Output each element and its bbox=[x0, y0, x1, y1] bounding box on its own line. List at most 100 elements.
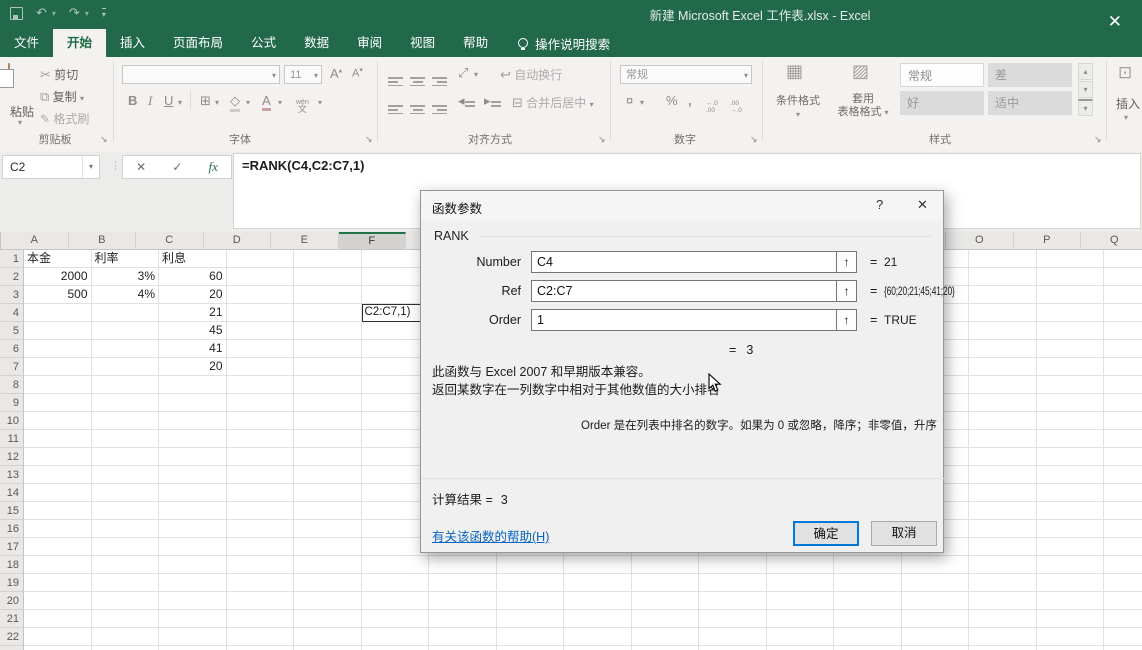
row-header-18[interactable]: 18 bbox=[0, 556, 24, 574]
cell-B21[interactable] bbox=[92, 610, 160, 628]
cell-F14[interactable] bbox=[362, 484, 430, 502]
cell-P8[interactable] bbox=[1037, 376, 1105, 394]
select-all-corner[interactable] bbox=[0, 232, 1, 250]
cell-N20[interactable] bbox=[902, 592, 970, 610]
cell-P4[interactable] bbox=[1037, 304, 1105, 322]
cell-Q14[interactable] bbox=[1104, 484, 1142, 502]
font-launcher-icon[interactable]: ↘ bbox=[365, 134, 373, 145]
cell-E8[interactable] bbox=[294, 376, 362, 394]
cell-C7[interactable]: 20 bbox=[159, 358, 227, 376]
cell-C21[interactable] bbox=[159, 610, 227, 628]
save-icon[interactable] bbox=[10, 7, 23, 20]
merge-center-button[interactable]: ⊟ 合并后居中 ▾ bbox=[512, 94, 594, 111]
cell-F13[interactable] bbox=[362, 466, 430, 484]
cell-L20[interactable] bbox=[767, 592, 835, 610]
cell-O13[interactable] bbox=[969, 466, 1037, 484]
cell-E3[interactable] bbox=[294, 286, 362, 304]
cell-F15[interactable] bbox=[362, 502, 430, 520]
cell-A2[interactable]: 2000 bbox=[24, 268, 92, 286]
cell-E22[interactable] bbox=[294, 628, 362, 646]
cell-P3[interactable] bbox=[1037, 286, 1105, 304]
cell-D2[interactable] bbox=[227, 268, 295, 286]
comma-style-icon[interactable]: , bbox=[688, 93, 692, 108]
column-header-A[interactable]: A bbox=[1, 232, 69, 250]
cell-F6[interactable] bbox=[362, 340, 430, 358]
styles-gallery-more-icon[interactable]: ▾ bbox=[1078, 99, 1093, 116]
cell-O20[interactable] bbox=[969, 592, 1037, 610]
cell-O18[interactable] bbox=[969, 556, 1037, 574]
cell-C23[interactable] bbox=[159, 646, 227, 650]
cell-O15[interactable] bbox=[969, 502, 1037, 520]
cell-D16[interactable] bbox=[227, 520, 295, 538]
cell-F23[interactable] bbox=[362, 646, 430, 650]
formula-bar-resize-handle[interactable]: ⋮ bbox=[110, 159, 120, 172]
redo-icon[interactable]: ↷ bbox=[69, 5, 80, 21]
row-header-9[interactable]: 9 bbox=[0, 394, 24, 412]
format-as-table-icon[interactable]: ▨ bbox=[852, 61, 869, 82]
insert-cells-button[interactable]: 插入 bbox=[1116, 95, 1140, 112]
cell-A17[interactable] bbox=[24, 538, 92, 556]
cell-L23[interactable] bbox=[767, 646, 835, 650]
column-header-Q[interactable]: Q bbox=[1081, 232, 1142, 250]
cell-C17[interactable] bbox=[159, 538, 227, 556]
column-header-O[interactable]: O bbox=[946, 232, 1014, 250]
cell-I22[interactable] bbox=[564, 628, 632, 646]
row-header-1[interactable]: 1 bbox=[0, 250, 24, 268]
cell-F18[interactable] bbox=[362, 556, 430, 574]
cell-F5[interactable] bbox=[362, 322, 430, 340]
cell-G22[interactable] bbox=[429, 628, 497, 646]
cell-F2[interactable] bbox=[362, 268, 430, 286]
column-header-C[interactable]: C bbox=[136, 232, 204, 250]
cell-B17[interactable] bbox=[92, 538, 160, 556]
cell-G23[interactable] bbox=[429, 646, 497, 650]
cell-B15[interactable] bbox=[92, 502, 160, 520]
cell-F22[interactable] bbox=[362, 628, 430, 646]
cell-H22[interactable] bbox=[497, 628, 565, 646]
row-header-7[interactable]: 7 bbox=[0, 358, 24, 376]
cell-Q9[interactable] bbox=[1104, 394, 1142, 412]
cell-N22[interactable] bbox=[902, 628, 970, 646]
cell-Q20[interactable] bbox=[1104, 592, 1142, 610]
cell-E4[interactable] bbox=[294, 304, 362, 322]
cell-A9[interactable] bbox=[24, 394, 92, 412]
cell-O19[interactable] bbox=[969, 574, 1037, 592]
cell-A14[interactable] bbox=[24, 484, 92, 502]
dialog-close-icon[interactable]: ✕ bbox=[917, 197, 928, 213]
copy-button[interactable]: ⧉ 复制 ▾ bbox=[40, 88, 84, 105]
cell-A13[interactable] bbox=[24, 466, 92, 484]
cell-B3[interactable]: 4% bbox=[92, 286, 160, 304]
accounting-format-icon[interactable]: ¤ bbox=[626, 93, 633, 108]
row-header-22[interactable]: 22 bbox=[0, 628, 24, 646]
cell-M18[interactable] bbox=[834, 556, 902, 574]
column-header-E[interactable]: E bbox=[271, 232, 339, 250]
styles-launcher-icon[interactable]: ↘ bbox=[1094, 134, 1102, 145]
conditional-formatting-icon[interactable]: ▦ bbox=[786, 61, 803, 82]
cell-C2[interactable]: 60 bbox=[159, 268, 227, 286]
decrease-indent-icon[interactable]: ◂ bbox=[458, 93, 475, 109]
cell-D9[interactable] bbox=[227, 394, 295, 412]
cell-Q6[interactable] bbox=[1104, 340, 1142, 358]
cell-B4[interactable] bbox=[92, 304, 160, 322]
row-header-14[interactable]: 14 bbox=[0, 484, 24, 502]
cell-Q23[interactable] bbox=[1104, 646, 1142, 650]
cell-O6[interactable] bbox=[969, 340, 1037, 358]
cell-E16[interactable] bbox=[294, 520, 362, 538]
cell-H21[interactable] bbox=[497, 610, 565, 628]
cell-B9[interactable] bbox=[92, 394, 160, 412]
cell-A15[interactable] bbox=[24, 502, 92, 520]
cell-P19[interactable] bbox=[1037, 574, 1105, 592]
cell-N23[interactable] bbox=[902, 646, 970, 650]
cell-M21[interactable] bbox=[834, 610, 902, 628]
cell-P9[interactable] bbox=[1037, 394, 1105, 412]
cell-D14[interactable] bbox=[227, 484, 295, 502]
row-header-6[interactable]: 6 bbox=[0, 340, 24, 358]
row-header-4[interactable]: 4 bbox=[0, 304, 24, 322]
cell-B18[interactable] bbox=[92, 556, 160, 574]
cell-A10[interactable] bbox=[24, 412, 92, 430]
ref-field-input[interactable]: C2:C7 bbox=[531, 280, 837, 302]
cell-G20[interactable] bbox=[429, 592, 497, 610]
font-color-dropdown-icon[interactable]: ▾ bbox=[278, 98, 282, 107]
row-header-3[interactable]: 3 bbox=[0, 286, 24, 304]
cell-D17[interactable] bbox=[227, 538, 295, 556]
cell-J21[interactable] bbox=[632, 610, 700, 628]
